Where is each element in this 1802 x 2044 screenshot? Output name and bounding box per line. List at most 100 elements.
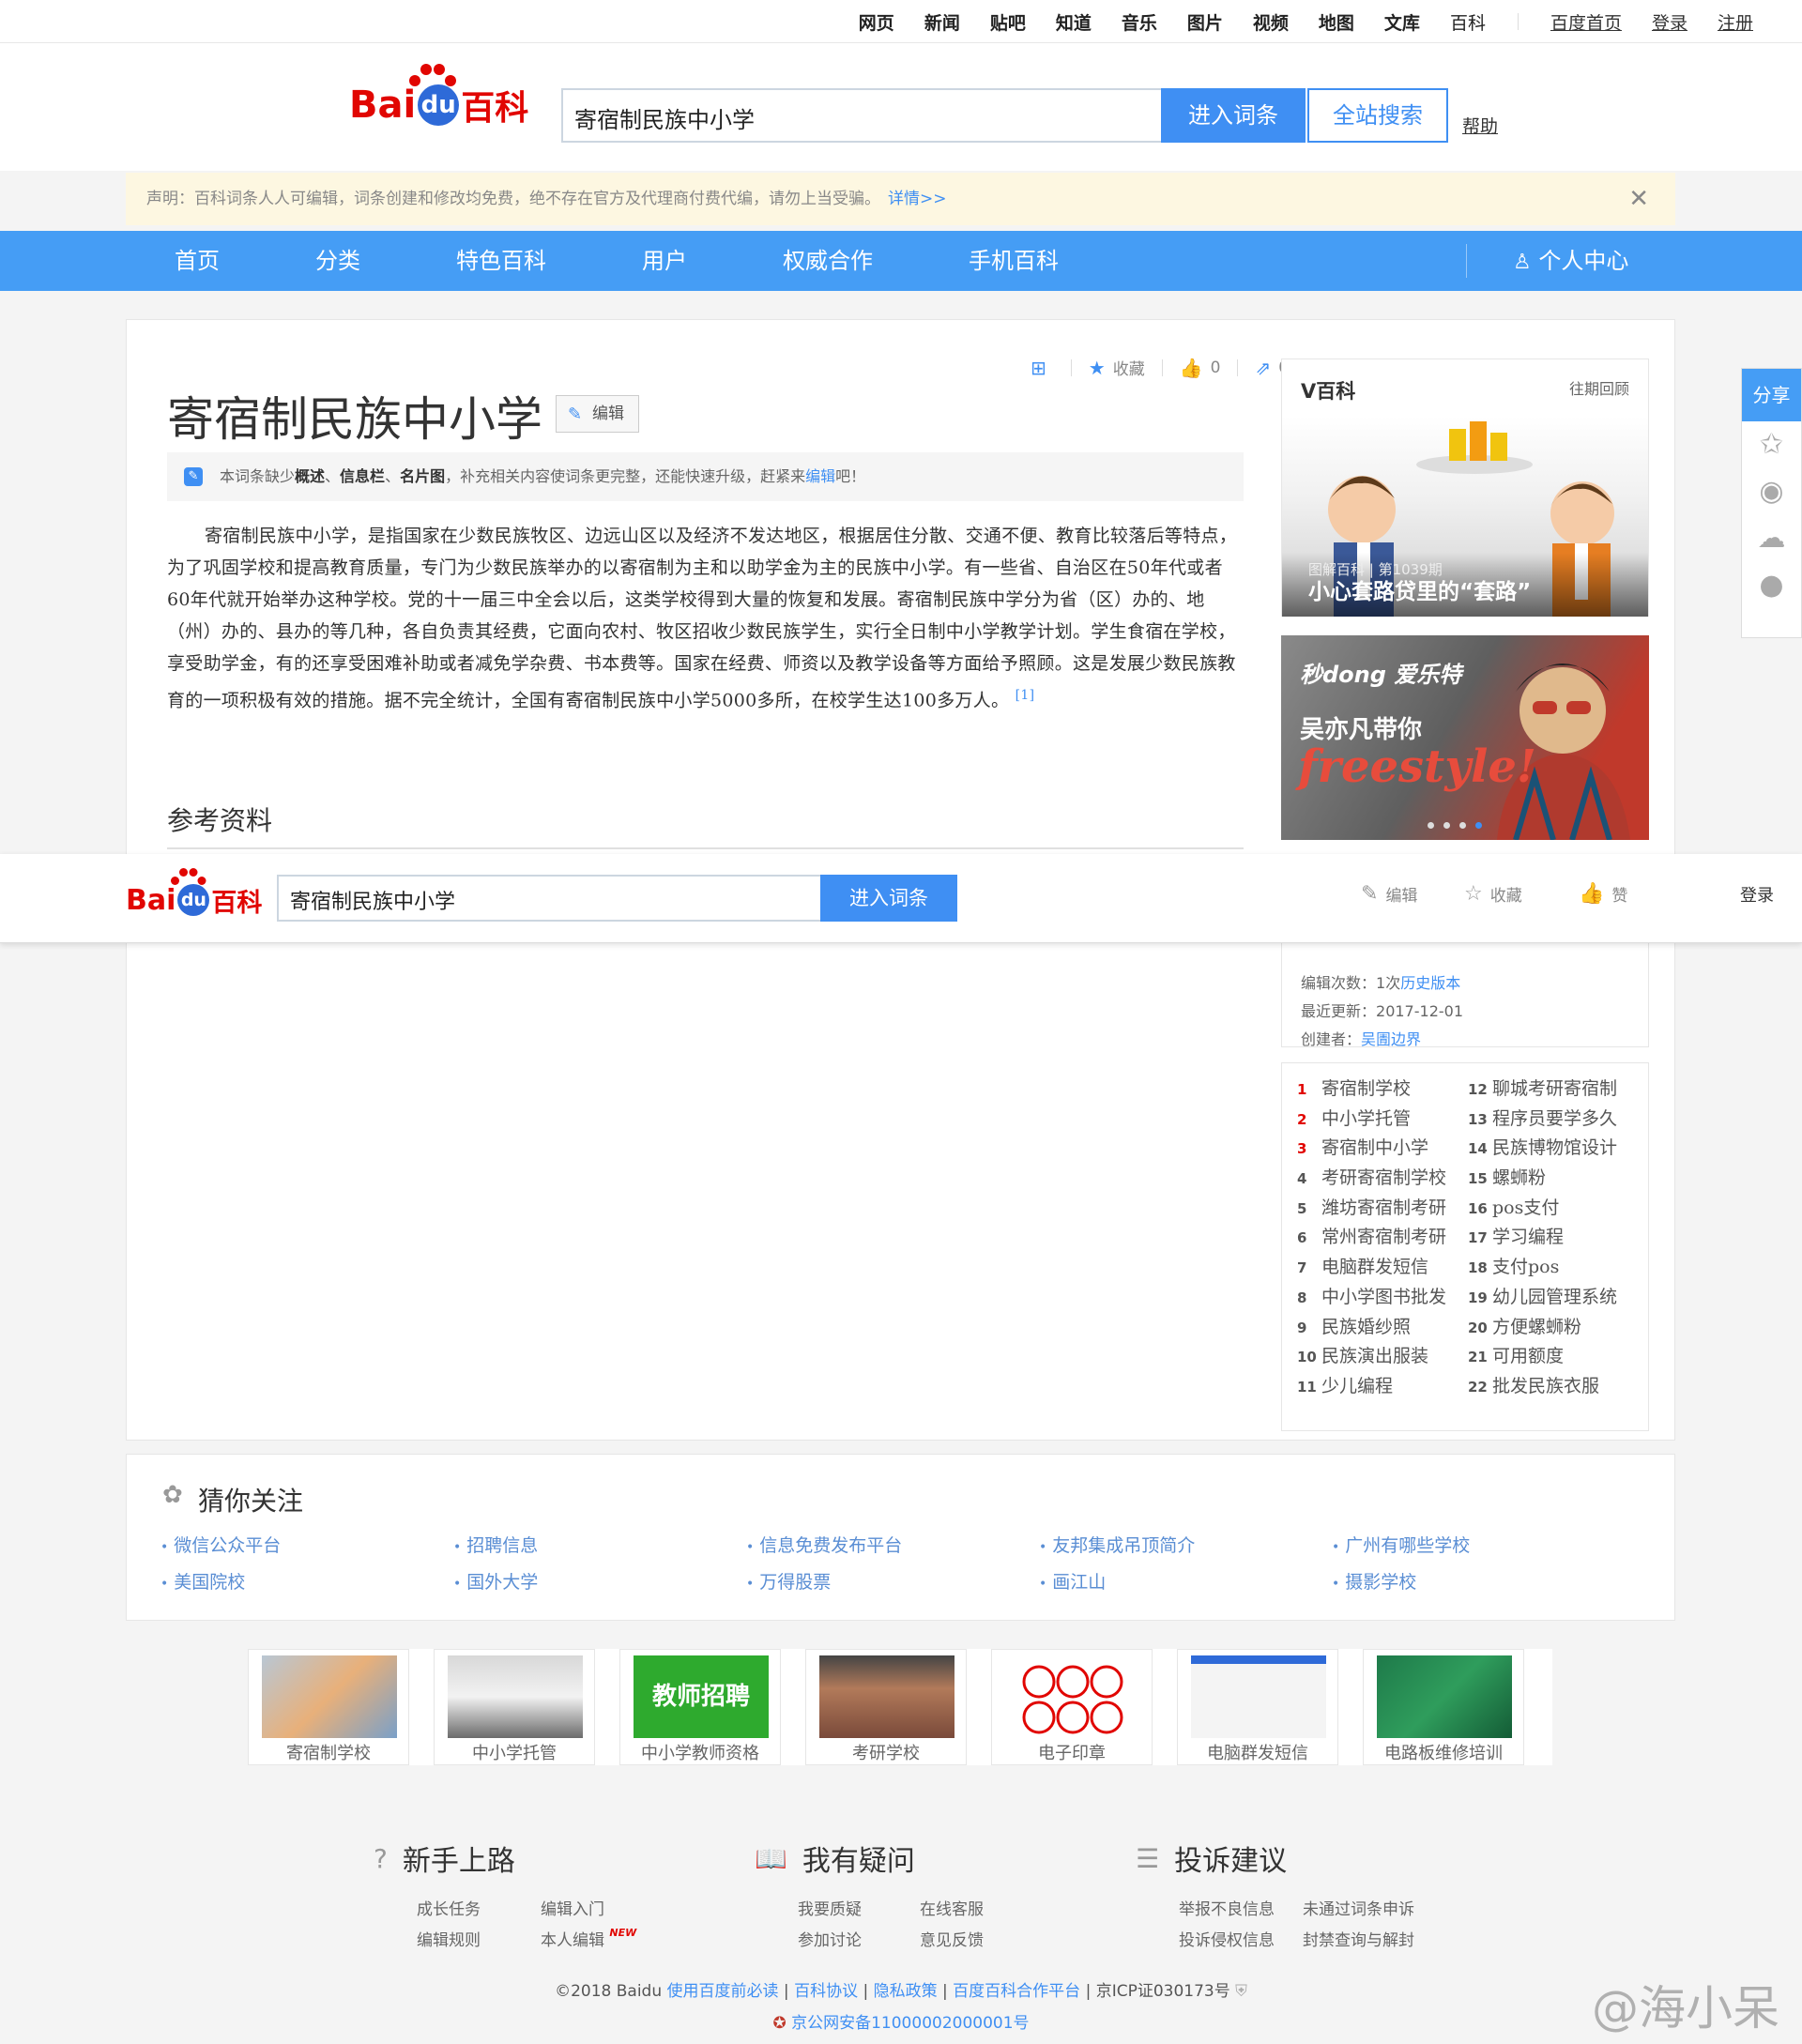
like-button[interactable]: 👍 0: [1180, 357, 1221, 379]
copyright-link[interactable]: 使用百度前必读: [667, 1982, 779, 2001]
hot-item[interactable]: 13 程序员要学多久: [1468, 1105, 1617, 1135]
tip-edit-link[interactable]: 编辑: [805, 467, 835, 485]
sticky-like-button[interactable]: 👍 赞: [1579, 882, 1627, 906]
hot-item[interactable]: 3 寄宿制中小学: [1297, 1134, 1446, 1164]
v-baike-archive-link[interactable]: 往期回顾: [1569, 376, 1629, 399]
hot-item[interactable]: 19 幼儿园管理系统: [1468, 1283, 1617, 1313]
nav-featured[interactable]: 特色百科: [456, 231, 546, 291]
sticky-enter-button[interactable]: 进入词条: [820, 875, 957, 922]
guess-link[interactable]: 信息免费发布平台: [746, 1532, 902, 1557]
qq-icon[interactable]: ●: [1742, 562, 1801, 609]
nav-category[interactable]: 分类: [315, 231, 360, 291]
hot-item[interactable]: 20 方便螺蛳粉: [1468, 1313, 1617, 1343]
footer-link[interactable]: 参加讨论: [798, 1927, 862, 1950]
ad-banner[interactable]: 秒dong 爱乐特 吴亦凡带你 freestyle!: [1281, 635, 1649, 840]
footer-link[interactable]: 未通过词条申诉: [1303, 1896, 1414, 1919]
top-link-baike[interactable]: 百科: [1450, 9, 1486, 35]
login-link[interactable]: 登录: [1652, 9, 1687, 35]
baike-logo-small[interactable]: Bai du 百科: [126, 868, 262, 922]
enter-entry-button[interactable]: 进入词条: [1161, 88, 1306, 143]
footer-link[interactable]: 投诉侵权信息: [1179, 1927, 1275, 1950]
hot-item[interactable]: 18 支付pos: [1468, 1253, 1617, 1283]
sticky-login-link[interactable]: 登录: [1740, 882, 1774, 907]
thumbnail-card[interactable]: 电子印章: [991, 1649, 1153, 1765]
thumbnail-card[interactable]: 电路板维修培训: [1363, 1649, 1524, 1765]
nav-authority[interactable]: 权威合作: [783, 231, 873, 291]
edit-button[interactable]: ✎ 编辑: [556, 395, 639, 433]
hot-item[interactable]: 16 pos支付: [1468, 1194, 1617, 1224]
carousel-dot-active[interactable]: [1475, 822, 1482, 829]
hot-item[interactable]: 17 学习编程: [1468, 1223, 1617, 1253]
guess-link[interactable]: 画江山: [1039, 1568, 1106, 1594]
footer-link[interactable]: 编辑入门: [541, 1896, 604, 1919]
carousel-dot[interactable]: [1459, 822, 1466, 829]
copyright-link[interactable]: 隐私政策: [874, 1982, 938, 2001]
copyright-link[interactable]: 百科协议: [794, 1982, 858, 2001]
thumbnail-card[interactable]: 寄宿制学校: [248, 1649, 409, 1765]
guess-link[interactable]: 广州有哪些学校: [1332, 1532, 1470, 1557]
sticky-search-input[interactable]: 寄宿制民族中小学: [277, 875, 821, 922]
hot-item[interactable]: 9 民族婚纱照: [1297, 1313, 1446, 1343]
hot-item[interactable]: 11 少儿编程: [1297, 1372, 1446, 1402]
site-search-button[interactable]: 全站搜索: [1307, 88, 1448, 143]
close-icon[interactable]: ✕: [1628, 173, 1649, 225]
top-link-music[interactable]: 音乐: [1122, 9, 1157, 35]
hot-item[interactable]: 8 中小学图书批发: [1297, 1283, 1446, 1313]
baidu-home-link[interactable]: 百度首页: [1550, 9, 1622, 35]
carousel-dot[interactable]: [1443, 822, 1450, 829]
police-record[interactable]: ✪ 京公网安备11000002000001号: [0, 2009, 1802, 2033]
favorite-star-icon[interactable]: ✩: [1742, 421, 1801, 468]
copyright-link[interactable]: 百度百科合作平台: [953, 1982, 1080, 2001]
footer-link[interactable]: 我要质疑: [798, 1896, 862, 1919]
hot-item[interactable]: 2 中小学托管: [1297, 1105, 1446, 1135]
guess-link[interactable]: 友邦集成吊顶简介: [1039, 1532, 1195, 1557]
help-link[interactable]: 帮助: [1462, 113, 1498, 138]
hot-item[interactable]: 10 民族演出服装: [1297, 1342, 1446, 1372]
v-baike-image[interactable]: 图解百科 | 第1039期 小心套路贷里的“套路”: [1282, 416, 1648, 617]
guess-link[interactable]: 美国院校: [160, 1568, 245, 1594]
nav-mobile[interactable]: 手机百科: [969, 231, 1059, 291]
footer-link[interactable]: 本人编辑 NEW: [541, 1927, 636, 1950]
footer-link[interactable]: 编辑规则: [417, 1927, 481, 1950]
nav-users[interactable]: 用户: [642, 231, 687, 291]
footer-link[interactable]: 举报不良信息: [1179, 1896, 1275, 1919]
guess-link[interactable]: 摄影学校: [1332, 1568, 1416, 1594]
hot-item[interactable]: 1 寄宿制学校: [1297, 1075, 1446, 1105]
hot-item[interactable]: 15 螺蛳粉: [1468, 1164, 1617, 1194]
top-link-news[interactable]: 新闻: [924, 9, 960, 35]
carousel-dot[interactable]: [1428, 822, 1434, 829]
search-input[interactable]: 寄宿制民族中小学: [561, 88, 1162, 143]
nav-personal-center[interactable]: ♙ 个人中心: [1513, 231, 1628, 291]
thumbnail-card[interactable]: 教师招聘 中小学教师资格: [619, 1649, 781, 1765]
guess-link[interactable]: 万得股票: [746, 1568, 831, 1594]
hot-item[interactable]: 4 考研寄宿制学校: [1297, 1164, 1446, 1194]
top-link-zhidao[interactable]: 知道: [1056, 9, 1092, 35]
wechat-icon[interactable]: ☁: [1742, 515, 1801, 562]
top-link-video[interactable]: 视频: [1253, 9, 1289, 35]
footer-link[interactable]: 在线客服: [920, 1896, 984, 1919]
thumbnail-card[interactable]: 考研学校: [805, 1649, 967, 1765]
creator-link[interactable]: 吴圊边界: [1361, 1030, 1421, 1048]
hot-item[interactable]: 5 潍坊寄宿制考研: [1297, 1194, 1446, 1224]
footer-link[interactable]: 成长任务: [417, 1896, 481, 1919]
footer-link[interactable]: 意见反馈: [920, 1927, 984, 1950]
baike-logo[interactable]: Bai du 百科: [349, 64, 528, 133]
hot-item[interactable]: 7 电脑群发短信: [1297, 1253, 1446, 1283]
register-link[interactable]: 注册: [1718, 9, 1753, 35]
top-link-map[interactable]: 地图: [1319, 9, 1354, 35]
footer-link[interactable]: 封禁查询与解封: [1303, 1927, 1414, 1950]
guess-link[interactable]: 国外大学: [453, 1568, 538, 1594]
top-link-wenku[interactable]: 文库: [1384, 9, 1420, 35]
share-label[interactable]: 分享: [1742, 369, 1801, 421]
history-link[interactable]: 历史版本: [1400, 974, 1460, 992]
guess-link[interactable]: 招聘信息: [453, 1532, 538, 1557]
collect-button[interactable]: ★ 收藏: [1089, 356, 1145, 380]
thumbnail-card[interactable]: 电脑群发短信: [1177, 1649, 1338, 1765]
sticky-collect-button[interactable]: ☆ 收藏: [1464, 882, 1522, 906]
hot-item[interactable]: 12 聊城考研寄宿制: [1468, 1075, 1617, 1105]
sticky-edit-button[interactable]: ✎ 编辑: [1361, 882, 1417, 906]
notice-detail-link[interactable]: 详情>>: [888, 190, 947, 208]
weibo-icon[interactable]: ◉: [1742, 468, 1801, 515]
top-link-web[interactable]: 网页: [859, 9, 894, 35]
hot-item[interactable]: 21 可用额度: [1468, 1342, 1617, 1372]
